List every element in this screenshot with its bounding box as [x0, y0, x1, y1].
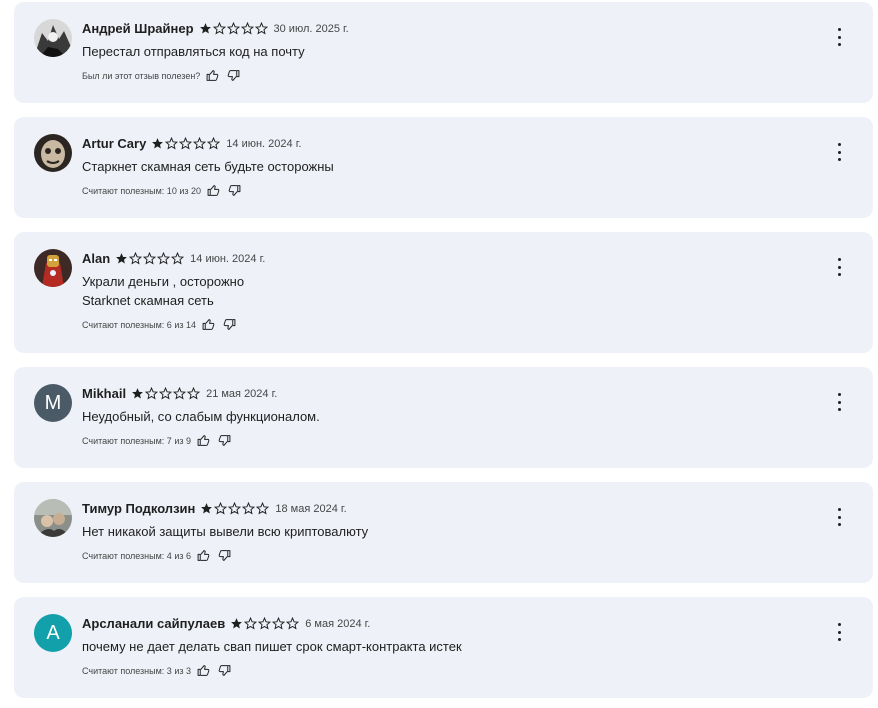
- star-outline-icon: [129, 252, 143, 265]
- star-outline-icon: [187, 387, 201, 400]
- review-text: Неудобный, со слабым функционалом.: [82, 409, 320, 424]
- helpful-row: Считают полезным: 7 из 9: [82, 434, 231, 447]
- star-rating: [131, 387, 201, 400]
- review-text: почему не дает делать свап пишет срок см…: [82, 639, 462, 654]
- star-outline-icon: [228, 502, 242, 515]
- helpful-label: Считают полезным: 10 из 20: [82, 185, 201, 196]
- star-outline-icon: [143, 252, 157, 265]
- review-card: M Mikhail 21 мая 2024 г. Неудобный, со с…: [14, 367, 873, 468]
- star-outline-icon: [242, 502, 256, 515]
- star-filled-icon: [199, 23, 211, 34]
- helpful-label: Считают полезным: 7 из 9: [82, 435, 191, 446]
- user-avatar: [34, 134, 72, 172]
- reviewer-name: Mikhail: [82, 386, 127, 401]
- review-date: 14 июн. 2024 г.: [190, 252, 266, 265]
- review-text: Старкнет скамная сеть будьте осторожны: [82, 159, 334, 174]
- review-date: 18 мая 2024 г.: [275, 502, 347, 515]
- reviewer-name: Арсланали сайпулаев: [82, 616, 226, 631]
- review-card: Тимур Подколзин 18 мая 2024 г. Нет никак…: [14, 482, 873, 583]
- more-options-icon[interactable]: [833, 393, 845, 411]
- star-outline-icon: [212, 22, 226, 35]
- review-card: A Арсланали сайпулаев 6 мая 2024 г. поче…: [14, 597, 873, 698]
- thumb-down-icon[interactable]: [228, 184, 241, 197]
- thumb-down-icon[interactable]: [227, 69, 240, 82]
- thumb-up-icon[interactable]: [202, 318, 215, 331]
- review-card: Artur Cary 14 июн. 2024 г. Старкнет скам…: [14, 117, 873, 218]
- helpful-row: Был ли этот отзыв полезен?: [82, 69, 240, 82]
- review-date: 14 июн. 2024 г.: [226, 137, 302, 150]
- thumb-up-icon[interactable]: [197, 549, 210, 562]
- star-outline-icon: [286, 617, 300, 630]
- star-outline-icon: [226, 22, 240, 35]
- star-rating: [230, 617, 300, 630]
- more-options-icon[interactable]: [833, 28, 845, 46]
- thumb-up-icon[interactable]: [197, 434, 210, 447]
- star-outline-icon: [258, 617, 272, 630]
- star-filled-icon: [152, 138, 164, 149]
- more-options-icon[interactable]: [833, 143, 845, 161]
- star-outline-icon: [240, 22, 254, 35]
- helpful-label: Считают полезным: 6 из 14: [82, 319, 196, 330]
- user-avatar: [34, 249, 72, 287]
- star-outline-icon: [244, 617, 258, 630]
- more-options-icon[interactable]: [833, 623, 845, 641]
- user-avatar: [34, 499, 72, 537]
- reviewer-name: Artur Cary: [82, 136, 147, 151]
- helpful-row: Считают полезным: 6 из 14: [82, 318, 236, 331]
- helpful-label: Считают полезным: 3 из 3: [82, 665, 191, 676]
- star-outline-icon: [256, 502, 270, 515]
- star-outline-icon: [214, 502, 228, 515]
- reviewer-name: Андрей Шрайнер: [82, 21, 194, 36]
- reviewer-name: Alan: [82, 251, 111, 266]
- review-text: Нет никакой защиты вывели всю криптовалю…: [82, 524, 369, 539]
- review-text: Перестал отправляться код на почту: [82, 44, 305, 59]
- user-avatar: M: [34, 384, 72, 422]
- star-filled-icon: [201, 503, 213, 514]
- star-rating: [200, 502, 270, 515]
- user-avatar: [34, 19, 72, 57]
- thumb-up-icon[interactable]: [207, 184, 220, 197]
- star-outline-icon: [145, 387, 159, 400]
- review-text: Украли деньги , осторожно Starknet скамн…: [82, 274, 245, 308]
- star-outline-icon: [207, 137, 221, 150]
- star-outline-icon: [179, 137, 193, 150]
- star-rating: [115, 252, 185, 265]
- helpful-row: Считают полезным: 3 из 3: [82, 664, 231, 677]
- review-date: 6 мая 2024 г.: [305, 617, 371, 630]
- thumb-down-icon[interactable]: [218, 549, 231, 562]
- helpful-row: Считают полезным: 4 из 6: [82, 549, 231, 562]
- star-outline-icon: [171, 252, 185, 265]
- thumb-down-icon[interactable]: [218, 434, 231, 447]
- star-rating: [151, 137, 221, 150]
- reviewer-name: Тимур Подколзин: [82, 501, 196, 516]
- star-outline-icon: [272, 617, 286, 630]
- thumb-up-icon[interactable]: [197, 664, 210, 677]
- star-outline-icon: [173, 387, 187, 400]
- review-card: Alan 14 июн. 2024 г. Украли деньги , ост…: [14, 232, 873, 353]
- review-card: Андрей Шрайнер 30 июл. 2025 г. Перестал …: [14, 2, 873, 103]
- star-outline-icon: [165, 137, 179, 150]
- thumb-down-icon[interactable]: [223, 318, 236, 331]
- star-outline-icon: [254, 22, 268, 35]
- thumb-up-icon[interactable]: [206, 69, 219, 82]
- more-options-icon[interactable]: [833, 258, 845, 276]
- review-date: 21 мая 2024 г.: [206, 387, 278, 400]
- star-outline-icon: [159, 387, 173, 400]
- helpful-row: Считают полезным: 10 из 20: [82, 184, 241, 197]
- star-outline-icon: [157, 252, 171, 265]
- user-avatar: A: [34, 614, 72, 652]
- star-filled-icon: [231, 618, 243, 629]
- helpful-label: Был ли этот отзыв полезен?: [82, 70, 201, 81]
- star-outline-icon: [193, 137, 207, 150]
- star-rating: [199, 22, 269, 35]
- star-filled-icon: [132, 388, 143, 399]
- star-filled-icon: [116, 253, 128, 264]
- helpful-label: Считают полезным: 4 из 6: [82, 550, 191, 561]
- more-options-icon[interactable]: [833, 508, 845, 526]
- thumb-down-icon[interactable]: [218, 664, 231, 677]
- review-date: 30 июл. 2025 г.: [273, 22, 349, 35]
